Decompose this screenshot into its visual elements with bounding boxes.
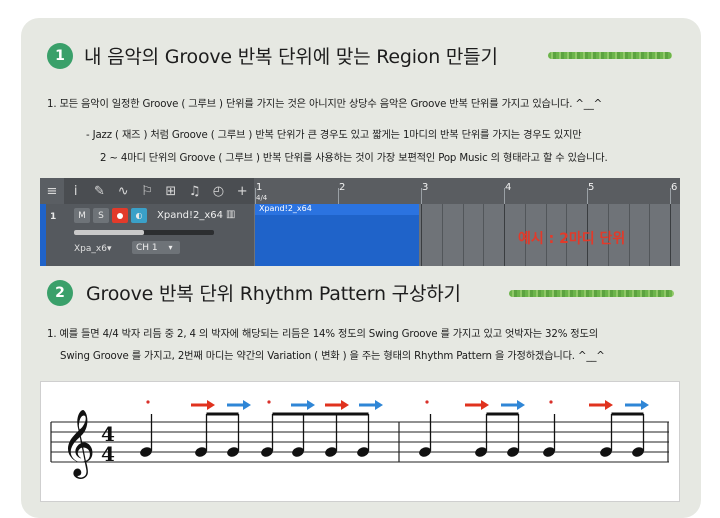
section-2-number: 2 xyxy=(55,285,65,301)
flag-icon[interactable]: ⚐ xyxy=(135,178,159,204)
section-2-line-1: 1. 예를 들면 4/4 박자 리듬 중 2, 4 의 박자에 해당되는 리듬은… xyxy=(47,329,598,340)
automation-icon[interactable]: ∿ xyxy=(111,178,135,204)
ruler-bar-4: 4 xyxy=(505,182,512,193)
monitor-button[interactable]: ◐ xyxy=(131,208,147,223)
swing-arrow-head xyxy=(341,400,349,410)
daw-arrange-view: ≡ i ✎ ∿ ⚐ ⊞ ♫ ◴ + 1 M S ◐ Xpand!2_x64 ▥ … xyxy=(40,178,680,266)
grid-line xyxy=(670,204,671,266)
daw-toolbar: ≡ i ✎ ∿ ⚐ ⊞ ♫ ◴ + xyxy=(40,178,254,204)
swing-arrow-head xyxy=(207,400,215,410)
ruler-tick xyxy=(504,188,505,204)
volume-slider-fill xyxy=(74,230,144,235)
section-1-brush-decoration xyxy=(548,52,672,59)
instrument-select[interactable]: Xpa_x6▾ xyxy=(74,244,111,254)
treble-clef-icon: 𝄞 xyxy=(61,408,95,479)
clock-icon[interactable]: ◴ xyxy=(206,178,230,204)
time-signature-label: 4/4 xyxy=(256,194,268,202)
section-1-line-1: 1. 모든 음악이 일정한 Groove ( 그루브 ) 단위를 가지는 것은 … xyxy=(47,99,603,110)
ruler-tick xyxy=(670,188,671,204)
ruler-bar-6: 6 xyxy=(671,182,678,193)
grid-icon[interactable]: ⊞ xyxy=(159,178,183,204)
accent-dot xyxy=(549,400,553,404)
example-label: 예시 : 2마디 단위 xyxy=(518,231,626,247)
grid-line xyxy=(504,204,505,266)
list-icon[interactable]: ≡ xyxy=(40,178,64,204)
swing-arrow-head xyxy=(641,400,649,410)
region-name: Xpand!2_x64 xyxy=(259,204,312,213)
ruler-tick xyxy=(255,188,256,204)
grid-line xyxy=(649,204,650,266)
accent-marks-group xyxy=(146,400,649,410)
track-name[interactable]: Xpand!2_x64 xyxy=(157,210,223,221)
rhythm-staff: 𝄞 4 4 xyxy=(50,400,669,479)
swing-arrow-head xyxy=(605,400,613,410)
timeline-ruler[interactable] xyxy=(254,178,680,204)
record-button[interactable] xyxy=(112,208,128,223)
ruler-tick xyxy=(587,188,588,204)
wrench-icon[interactable]: ✎ xyxy=(88,178,112,204)
time-signature-bottom: 4 xyxy=(101,442,115,466)
track-number: 1 xyxy=(50,212,57,222)
channel-label: CH 1 xyxy=(136,243,158,253)
record-icon xyxy=(117,212,123,219)
section-1-line-3: 2 ~ 4마디 단위의 Groove ( 그루브 ) 반복 단위를 사용하는 것… xyxy=(100,153,608,164)
channel-select[interactable]: CH 1 ▾ xyxy=(132,241,180,254)
section-2-title: Groove 반복 단위 Rhythm Pattern 구상하기 xyxy=(86,283,461,305)
section-1-number: 1 xyxy=(55,48,65,64)
section-2-brush-decoration xyxy=(509,290,674,297)
add-track-icon[interactable]: + xyxy=(230,178,254,204)
section-2-line-2: Swing Groove 를 가지고, 2번째 마디는 약간의 Variatio… xyxy=(60,351,605,362)
swing-arrow-head xyxy=(517,400,525,410)
section-1-line-2: - Jazz ( 재즈 ) 처럼 Groove ( 그루브 ) 반복 단위가 큰… xyxy=(86,130,582,141)
grid-line xyxy=(463,204,464,266)
chevron-down-icon: ▾ xyxy=(168,243,173,252)
ruler-bar-5: 5 xyxy=(588,182,595,193)
ruler-bar-1: 1 xyxy=(256,182,263,193)
accent-dot xyxy=(146,400,150,404)
section-1-badge: 1 xyxy=(47,43,73,69)
chord-icon[interactable]: ♫ xyxy=(183,178,207,204)
section-2-badge: 2 xyxy=(47,280,73,306)
info-icon[interactable]: i xyxy=(64,178,88,204)
swing-arrow-head xyxy=(243,400,251,410)
swing-arrow-head xyxy=(481,400,489,410)
track-color-strip xyxy=(40,204,46,266)
rhythm-notation-box: 𝄞 4 4 xyxy=(40,381,680,502)
keyboard-icon[interactable]: ▥ xyxy=(226,209,235,220)
accent-dot xyxy=(425,400,429,404)
grid-line xyxy=(421,204,422,266)
mute-button[interactable]: M xyxy=(74,208,90,223)
ruler-bar-3: 3 xyxy=(422,182,429,193)
ruler-tick xyxy=(338,188,339,204)
grid-line xyxy=(483,204,484,266)
grid-line xyxy=(629,204,630,266)
section-1-title: 내 음악의 Groove 반복 단위에 맞는 Region 만들기 xyxy=(84,46,498,68)
ruler-tick xyxy=(421,188,422,204)
swing-arrow-head xyxy=(375,400,383,410)
solo-button[interactable]: S xyxy=(93,208,109,223)
swing-arrow-head xyxy=(307,400,315,410)
accent-dot xyxy=(267,400,271,404)
grid-line xyxy=(442,204,443,266)
monitor-icon: ◐ xyxy=(135,211,143,220)
ruler-bar-2: 2 xyxy=(339,182,346,193)
